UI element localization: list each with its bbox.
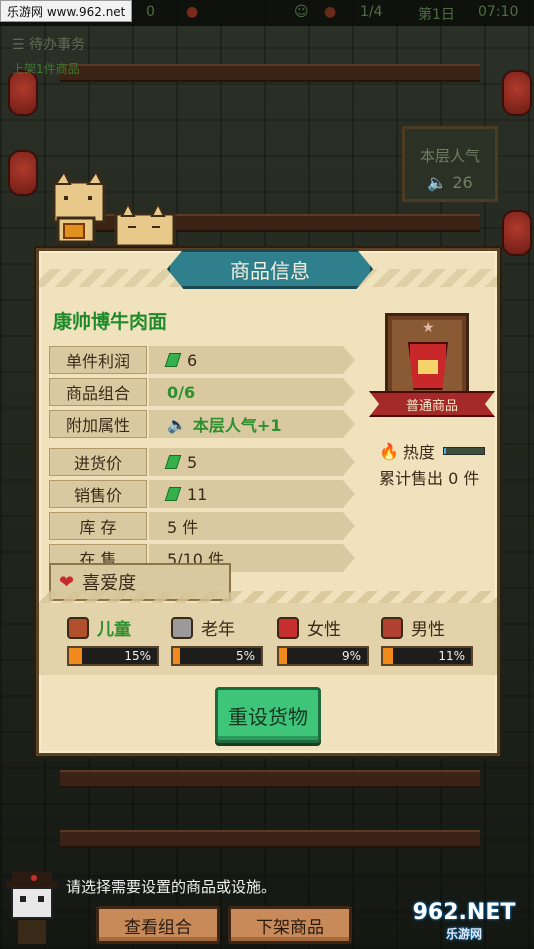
flame-icon: 🔥 (379, 441, 399, 461)
row-purchase-price: 进货价 5 (49, 447, 355, 477)
panel-title: 商品信息 (167, 249, 373, 289)
row-label: 销售价 (49, 480, 147, 508)
shop-owner-avatar (6, 872, 58, 944)
row-combo[interactable]: 商品组合 0/6 (49, 377, 355, 407)
demo-head: 女性 (277, 615, 383, 640)
row-stock: 库 存 5 件 (49, 511, 355, 541)
row-value: 11 (149, 480, 355, 508)
floor-popularity-sign: 本层人气 🔈 26 (402, 126, 498, 202)
hint-text: 请选择需要设置的商品或设施。 (66, 878, 277, 896)
shelf (60, 770, 480, 788)
watermark-top: 乐游网 www.962.net (0, 0, 133, 22)
star-icon: ★ (422, 320, 435, 336)
row-label: 库 存 (49, 512, 147, 540)
shelf (60, 64, 480, 82)
row-label: 商品组合 (49, 378, 147, 406)
clock-value: 07:10 (478, 4, 519, 20)
demo-bar: 5% (171, 646, 263, 666)
smile-icon: ☺ (294, 4, 309, 20)
popularity-value: 🔈 26 (427, 173, 473, 192)
watermark-bottom: 962.NET 乐游网 (412, 900, 516, 941)
row-value: 5 (149, 448, 355, 476)
speaker-icon: 🔈 (167, 414, 187, 434)
heart-icon: ❤ (59, 571, 75, 593)
todo-panel[interactable]: ☰ 待办事务 上架1件商品 (12, 34, 85, 77)
grade-ribbon: 普通商品 (369, 391, 495, 417)
demo-bar: 11% (381, 646, 473, 666)
row-value: 🔈 本层人气+1 (149, 410, 355, 438)
floor-value: 1/4 (360, 4, 383, 20)
popularity-label: 本层人气 (419, 147, 480, 165)
cash-icon (164, 455, 182, 469)
fire-icon: ● (186, 4, 199, 20)
demo-elderly: 老年 5% (171, 615, 277, 666)
heat-bar (442, 447, 485, 455)
todo-title: ☰ 待办事务 (12, 37, 86, 53)
view-combo-button[interactable]: 查看组合 (96, 906, 220, 944)
demo-head: 老年 (171, 615, 277, 640)
shelf (60, 830, 480, 848)
row-value: 6 (149, 346, 355, 374)
demo-male: 男性 11% (381, 615, 487, 666)
cash-icon (164, 353, 182, 367)
row-label: 单件利润 (49, 346, 147, 374)
demographics: 儿童 15% 老年 5% 女性 9% 男性 11% (39, 603, 497, 675)
lantern (502, 210, 532, 256)
reset-goods-button[interactable]: 重设货物 (215, 687, 321, 743)
demo-bar: 15% (67, 646, 159, 666)
day-value: 第1日 (418, 7, 455, 23)
cash-icon (164, 487, 182, 501)
item-info-panel: 商品信息 康帅博牛肉面 单件利润 6 商品组合 0/6 附加属性 🔈 本层人气+1… (36, 248, 500, 756)
elder-face-icon (171, 616, 193, 639)
remove-item-button[interactable]: 下架商品 (228, 906, 352, 944)
row-label: 附加属性 (49, 410, 147, 438)
demo-head: 男性 (381, 615, 487, 640)
row-attribute: 附加属性 🔈 本层人气+1 (49, 409, 355, 439)
row-value: 0/6 (149, 378, 355, 406)
demo-female: 女性 9% (277, 615, 383, 666)
row-value: 5 件 (149, 512, 355, 540)
sleeping-cat-icon (114, 204, 176, 248)
lucky-cat-icon (52, 172, 106, 244)
money-value: 0 (146, 4, 155, 20)
male-face-icon (381, 616, 403, 639)
demo-head: 儿童 (67, 615, 173, 640)
demo-children: 儿童 15% (67, 615, 173, 666)
lantern (502, 70, 532, 116)
heat-indicator: 🔥 热度 (379, 439, 485, 463)
todo-task: 上架1件商品 (12, 62, 80, 76)
child-face-icon (67, 616, 89, 639)
row-label: 进货价 (49, 448, 147, 476)
heat-label: 热度 (402, 443, 435, 462)
demo-bar: 9% (277, 646, 369, 666)
noodle-cup-icon (408, 342, 448, 390)
row-sale-price[interactable]: 销售价 11 (49, 479, 355, 509)
lantern (8, 150, 38, 196)
item-name: 康帅博牛肉面 (53, 311, 168, 333)
sold-count: 累计售出 0 件 (379, 469, 480, 488)
female-face-icon (277, 616, 299, 639)
row-profit: 单件利润 6 (49, 345, 355, 375)
person-icon: ● (324, 4, 337, 20)
